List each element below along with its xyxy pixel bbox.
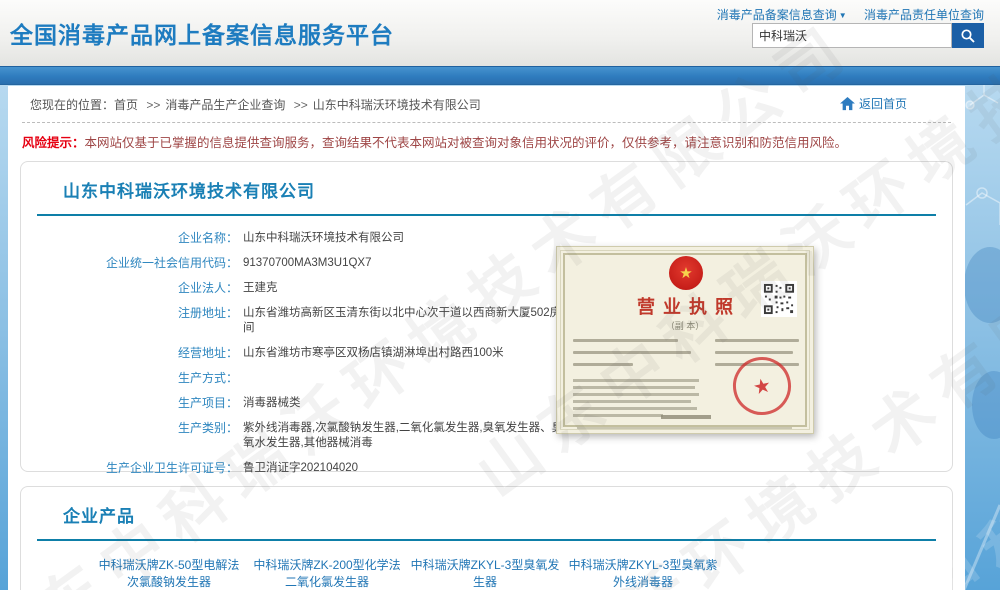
header-divider-band [0,66,1000,85]
heading-underline [37,539,936,541]
license-copy-label: （副 本） [557,319,813,332]
breadcrumb-separator: >> [294,98,308,112]
company-panel: 山东中科瑞沃环境技术有限公司 企业名称：山东中科瑞沃环境技术有限公司 企业统一社… [20,161,953,472]
national-emblem-icon: ★ [669,256,703,290]
business-license-image: ★ 营业执照 （副 本） [556,246,814,434]
page-header: 全国消毒产品网上备案信息服务平台 消毒产品备案信息查询▼ 消毒产品责任单位查询 [0,0,1000,66]
breadcrumb-current: 山东中科瑞沃环境技术有限公司 [313,98,481,112]
license-scope-paragraph [573,379,701,417]
search-bar [752,23,984,48]
breadcrumb: 您现在的位置：首页 >> 消毒产品生产企业查询 >> 山东中科瑞沃环境技术有限公司 [8,86,965,120]
license-text-left [573,339,693,366]
breadcrumb-prefix: 您现在的位置： [30,98,114,112]
license-footnote-line [577,427,792,429]
product-link-zkyl3-ozone[interactable]: 中科瑞沃牌ZKYL-3型臭氧发生器 [409,557,561,590]
heading-underline [37,214,936,216]
product-list: 中科瑞沃牌ZK-50型电解法次氯酸钠发生器 中科瑞沃牌ZK-200型化学法二氧化… [93,557,952,590]
top-nav: 消毒产品备案信息查询▼ 消毒产品责任单位查询 [703,6,984,23]
risk-notice: 风险提示：本网站仅基于已掌握的信息提供查询服务，查询结果不代表本网站对被查询对象… [8,123,965,157]
site-title: 全国消毒产品网上备案信息服务平台 [10,16,394,50]
caret-down-icon: ▼ [839,11,847,20]
field-row-company-name: 企业名称：山东中科瑞沃环境技术有限公司 [21,231,952,246]
nav-responsible-unit-query[interactable]: 消毒产品责任单位查询 [864,8,984,22]
search-button[interactable] [952,23,984,48]
main-content: 您现在的位置：首页 >> 消毒产品生产企业查询 >> 山东中科瑞沃环境技术有限公司 … [8,86,965,590]
product-link-zk50[interactable]: 中科瑞沃牌ZK-50型电解法次氯酸钠发生器 [93,557,245,590]
products-heading: 企业产品 [63,502,952,527]
product-link-zk200[interactable]: 中科瑞沃牌ZK-200型化学法二氧化氯发生器 [251,557,403,590]
search-input[interactable] [752,23,952,48]
breadcrumb-separator: >> [146,98,160,112]
products-panel: 企业产品 中科瑞沃牌ZK-50型电解法次氯酸钠发生器 中科瑞沃牌ZK-200型化… [20,486,953,590]
product-link-zkyl3-uv[interactable]: 中科瑞沃牌ZKYL-3型臭氧紫外线消毒器 [567,557,719,590]
field-row-hygiene-license-no: 生产企业卫生许可证号：鲁卫消证字202104020 [21,461,952,476]
risk-notice-prefix: 风险提示： [22,136,85,150]
back-home-link[interactable]: 返回首页 [840,95,907,112]
breadcrumb-enterprise-query[interactable]: 消毒产品生产企业查询 [165,98,285,112]
magnifier-icon [960,28,976,44]
breadcrumb-home[interactable]: 首页 [114,98,138,112]
risk-notice-text: 本网站仅基于已掌握的信息提供查询服务，查询结果不代表本网站对被查询对象信用状况的… [85,136,848,150]
license-issuer-line [661,415,711,419]
company-name-heading: 山东中科瑞沃环境技术有限公司 [63,177,952,202]
nav-record-info-query[interactable]: 消毒产品备案信息查询▼ [717,8,847,22]
house-icon [840,97,855,111]
qr-code-icon [761,281,797,317]
molecule-decoration [964,85,1000,590]
